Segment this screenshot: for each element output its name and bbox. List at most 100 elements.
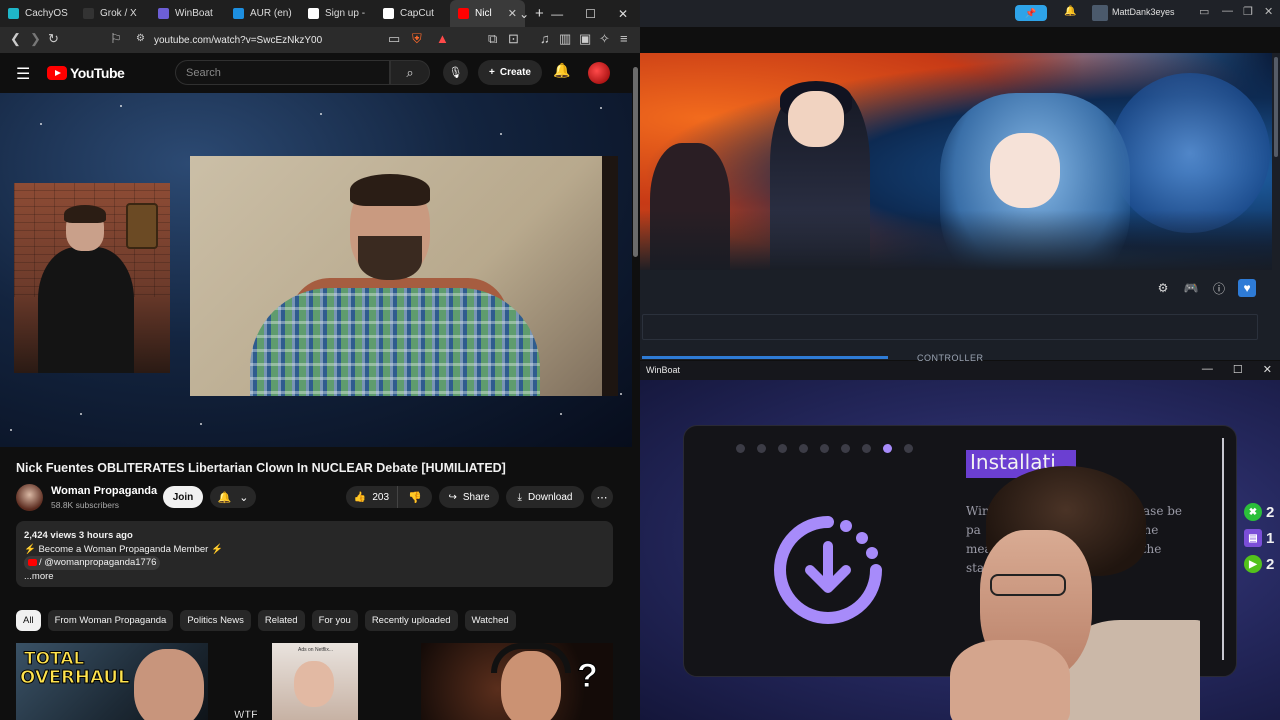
minimize-icon[interactable]: — xyxy=(1222,5,1233,17)
back-icon[interactable]: ❮ xyxy=(10,31,21,47)
more-actions-button[interactable]: ⋯ xyxy=(591,486,613,508)
user-avatar[interactable] xyxy=(1092,5,1108,21)
main-webcam-feed xyxy=(190,156,618,396)
forward-icon[interactable]: ❯ xyxy=(30,31,41,47)
video-thumbnail[interactable]: TOTAL OVERHAUL xyxy=(16,643,208,720)
maximize-icon[interactable]: ☐ xyxy=(585,7,596,21)
subscriber-count: 58.8K subscribers xyxy=(51,500,120,510)
download-progress-icon xyxy=(774,516,882,624)
video-thumbnail[interactable]: ? xyxy=(421,643,613,720)
close-icon[interactable]: ✕ xyxy=(1263,363,1272,376)
reload-icon[interactable]: ↻ xyxy=(48,31,59,47)
search-icon: ⌕ xyxy=(406,64,414,80)
share-button[interactable]: ↪ Share xyxy=(439,486,499,508)
display-icon[interactable]: ▭ xyxy=(1199,5,1209,18)
tab-grok[interactable]: Grok / X xyxy=(75,0,150,27)
download-button[interactable]: ⤓ Download xyxy=(506,486,584,508)
minimize-icon[interactable]: — xyxy=(1202,363,1213,376)
video-thumbnail[interactable]: Ads on Netflix... WTF xyxy=(218,643,368,720)
tab-signup[interactable]: Sign up - xyxy=(300,0,375,27)
step-dot xyxy=(904,444,913,453)
brave-shields-icon[interactable]: ⛨ xyxy=(412,31,422,47)
step-dot-active xyxy=(883,444,892,453)
hamburger-menu-icon[interactable]: ☰ xyxy=(16,64,30,84)
chip-for-you[interactable]: For you xyxy=(311,610,358,631)
tab-capcut[interactable]: CapCut xyxy=(375,0,450,27)
subscribed-button[interactable]: 🔔 ⌄ xyxy=(210,486,256,508)
scrollbar-thumb[interactable] xyxy=(1274,57,1278,157)
stat-row: ✖ 2 xyxy=(1244,503,1274,521)
active-tab-indicator xyxy=(642,356,888,359)
video-player[interactable] xyxy=(0,93,632,447)
extensions-icon[interactable]: ⧉ xyxy=(488,31,497,47)
youtube-header: ☰ YouTube Search ⌕ 🎙 + Create 🔔 xyxy=(0,53,632,93)
favorite-heart-icon[interactable]: ♥ xyxy=(1238,279,1256,297)
create-button[interactable]: + Create xyxy=(478,60,542,85)
window-controls: ⌄ — ☐ ✕ xyxy=(519,0,628,27)
channel-mention-link[interactable]: / @womanpropaganda1776 xyxy=(24,556,161,570)
like-button[interactable]: 👍 203 xyxy=(346,486,398,508)
game-input-field[interactable] xyxy=(642,314,1258,340)
kick-icon: ▶ xyxy=(1244,555,1262,573)
close-window-icon[interactable]: ✕ xyxy=(1264,5,1273,18)
sidebar-icon[interactable]: ▥ xyxy=(559,31,571,47)
launcher-scrollbar[interactable] xyxy=(1272,53,1280,360)
dislike-button[interactable]: 👎 xyxy=(398,486,432,508)
chip-from-channel[interactable]: From Woman Propaganda xyxy=(47,610,174,631)
wallet-icon[interactable]: ▣ xyxy=(579,31,591,47)
join-button[interactable]: Join xyxy=(163,486,203,508)
scrollbar-thumb[interactable] xyxy=(633,67,638,257)
tab-winboat[interactable]: WinBoat xyxy=(150,0,225,27)
system-panel: 📌 🔔 MattDank3eyes ▭ — ❐ ✕ xyxy=(640,0,1280,27)
info-icon[interactable]: ⓘ xyxy=(1210,279,1228,297)
search-input[interactable]: Search xyxy=(175,60,390,85)
restore-icon[interactable]: ❐ xyxy=(1243,5,1253,18)
close-tab-icon[interactable]: ✕ xyxy=(508,7,517,20)
picture-in-picture-icon[interactable]: ▭ xyxy=(388,31,400,47)
close-window-icon[interactable]: ✕ xyxy=(618,7,628,21)
video-title: Nick Fuentes OBLITERATES Libertarian Clo… xyxy=(16,461,506,475)
chip-related[interactable]: Related xyxy=(257,610,305,631)
tab-cachyos[interactable]: CachyOS xyxy=(0,0,75,27)
card-divider xyxy=(1222,438,1224,660)
search-button[interactable]: ⌕ xyxy=(390,60,430,85)
show-more-link[interactable]: ...more xyxy=(24,570,605,584)
settings-gear-icon[interactable]: ⚙ xyxy=(1154,279,1172,297)
arch-icon xyxy=(233,8,244,19)
description-box[interactable]: 2,424 views 3 hours ago ⚡ Become a Woman… xyxy=(16,521,613,587)
notifications-icon[interactable]: 🔔 xyxy=(1064,6,1076,17)
browser-window: CachyOS Grok / X WinBoat AUR (en) Sign u… xyxy=(0,0,640,720)
stream-viewer-stats: ✖ 2 ▤ 1 ▶ 2 xyxy=(1244,503,1274,573)
voice-search-button[interactable]: 🎙 xyxy=(443,60,468,85)
capcut-icon xyxy=(383,8,394,19)
chip-all[interactable]: All xyxy=(16,610,41,631)
username-label[interactable]: MattDank3eyes xyxy=(1112,7,1175,17)
notifications-bell-icon[interactable]: 🔔 xyxy=(553,62,570,79)
winboat-titlebar: WinBoat — ☐ ✕ xyxy=(640,361,1280,380)
twitch-icon: ▤ xyxy=(1244,529,1262,547)
bookmark-icon[interactable]: ⚐ xyxy=(110,31,122,47)
maximize-icon[interactable]: ☐ xyxy=(1233,363,1243,376)
youtube-icon xyxy=(458,8,469,19)
screenshot-icon[interactable]: ⊡ xyxy=(508,31,519,47)
chip-politics-news[interactable]: Politics News xyxy=(180,610,251,631)
recommendation-chips: All From Woman Propaganda Politics News … xyxy=(16,610,516,631)
account-avatar[interactable] xyxy=(588,62,610,84)
leo-ai-icon[interactable]: ✧ xyxy=(599,31,610,47)
pin-icon[interactable]: 📌 xyxy=(1015,5,1047,21)
gamepad-icon[interactable]: 🎮 xyxy=(1182,279,1200,297)
youtube-logo[interactable]: YouTube xyxy=(47,65,125,81)
tab-list-chevron-icon[interactable]: ⌄ xyxy=(519,7,529,21)
tab-youtube-active[interactable]: Nicl ✕ xyxy=(450,0,525,27)
chip-recently-uploaded[interactable]: Recently uploaded xyxy=(364,610,458,631)
minimize-icon[interactable]: — xyxy=(551,7,563,21)
chip-watched[interactable]: Watched xyxy=(464,610,516,631)
tab-aur[interactable]: AUR (en) xyxy=(225,0,300,27)
media-icon[interactable]: ♫ xyxy=(540,31,550,46)
channel-name[interactable]: Woman Propaganda xyxy=(51,485,157,497)
channel-avatar[interactable] xyxy=(16,484,43,511)
chevron-down-icon: ⌄ xyxy=(239,491,249,504)
menu-icon[interactable]: ≡ xyxy=(620,31,628,46)
page-scrollbar[interactable] xyxy=(632,53,640,720)
brave-rewards-icon[interactable]: ▲ xyxy=(436,31,449,46)
